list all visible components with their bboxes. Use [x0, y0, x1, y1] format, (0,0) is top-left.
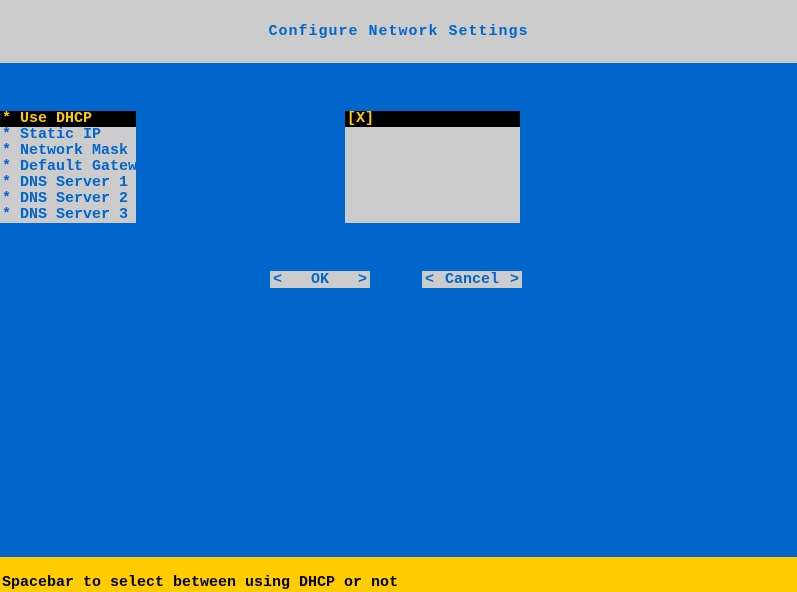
header-bar: Configure Network Settings: [0, 0, 797, 63]
page-title: Configure Network Settings: [268, 23, 528, 40]
value-item[interactable]: [345, 191, 520, 207]
value-item[interactable]: [X]: [345, 111, 520, 127]
settings-item[interactable]: * Use DHCP: [0, 111, 136, 127]
settings-item[interactable]: * Network Mask: [0, 143, 136, 159]
settings-item[interactable]: * Default Gateway: [0, 159, 136, 175]
bracket-left-icon: <: [273, 271, 282, 288]
ok-button[interactable]: < OK >: [270, 271, 370, 288]
bracket-right-icon: >: [358, 271, 367, 288]
footer-hint-bar: Spacebar to select between using DHCP or…: [0, 557, 797, 592]
bracket-right-icon: >: [510, 271, 519, 288]
value-item[interactable]: [345, 159, 520, 175]
cancel-button[interactable]: < Cancel >: [422, 271, 522, 288]
value-item[interactable]: [345, 207, 520, 223]
value-item[interactable]: [345, 127, 520, 143]
settings-item[interactable]: * DNS Server 3: [0, 207, 136, 223]
value-item[interactable]: [345, 175, 520, 191]
cancel-button-label: Cancel: [445, 271, 499, 288]
bracket-left-icon: <: [425, 271, 434, 288]
values-list: [X]: [345, 111, 520, 223]
footer-hint-text: Spacebar to select between using DHCP or…: [2, 574, 398, 591]
value-item[interactable]: [345, 143, 520, 159]
ok-button-label: OK: [311, 271, 329, 288]
settings-list: * Use DHCP* Static IP* Network Mask* Def…: [0, 111, 136, 223]
settings-item[interactable]: * Static IP: [0, 127, 136, 143]
content-area: * Use DHCP* Static IP* Network Mask* Def…: [0, 63, 797, 557]
settings-item[interactable]: * DNS Server 1: [0, 175, 136, 191]
settings-item[interactable]: * DNS Server 2: [0, 191, 136, 207]
